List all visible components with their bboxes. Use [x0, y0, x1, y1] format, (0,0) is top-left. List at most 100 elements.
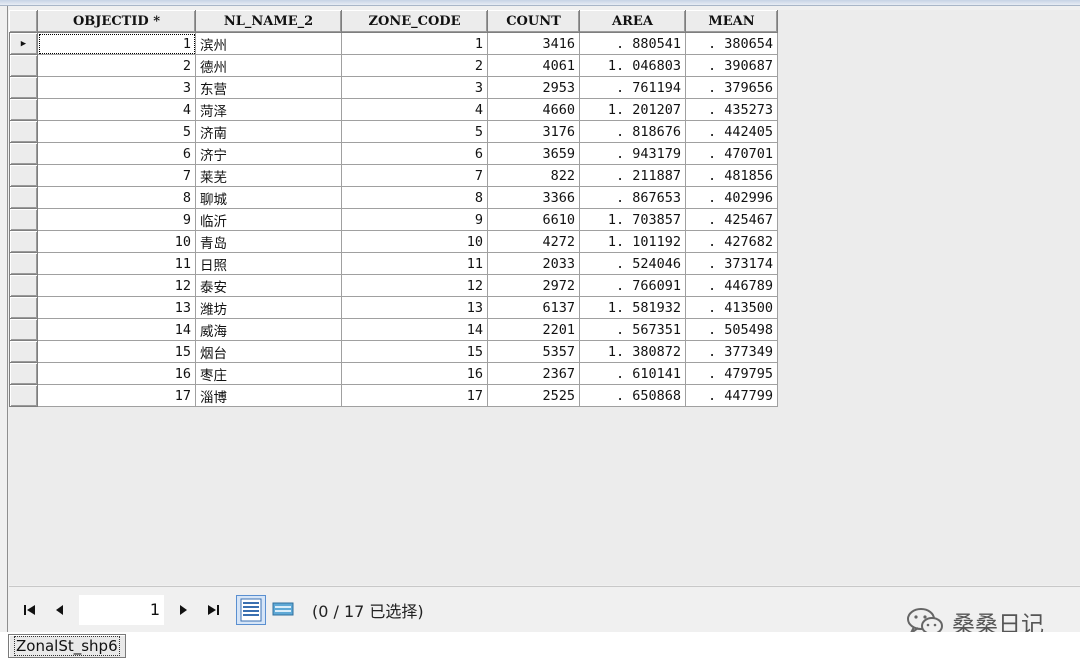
- table-row[interactable]: 8 聊城 8 3366. 867653. 402996: [9, 186, 778, 209]
- row-selector[interactable]: [9, 142, 38, 165]
- table-cell[interactable]: 14: [37, 318, 196, 341]
- table-row[interactable]: 5 济南 5 3176. 818676. 442405: [9, 120, 778, 143]
- table-cell[interactable]: 12: [341, 274, 488, 297]
- last-record-button[interactable]: [198, 597, 228, 623]
- table-cell[interactable]: . 446789: [685, 274, 778, 297]
- table-cell[interactable]: 烟台: [195, 340, 342, 363]
- table-cell[interactable]: 1. 201207: [579, 98, 686, 121]
- table-cell[interactable]: 10: [37, 230, 196, 253]
- table-cell[interactable]: . 427682: [685, 230, 778, 253]
- table-cell[interactable]: . 761194: [579, 76, 686, 99]
- table-cell[interactable]: 1. 703857: [579, 208, 686, 231]
- table-row[interactable]: 3 东营 3 2953. 761194. 379656: [9, 76, 778, 99]
- table-cell[interactable]: 泰安: [195, 274, 342, 297]
- table-cell[interactable]: 5: [341, 120, 488, 143]
- table-cell[interactable]: 15: [341, 340, 488, 363]
- table-cell[interactable]: 9: [37, 208, 196, 231]
- table-cell[interactable]: 6137: [487, 296, 580, 319]
- table-cell[interactable]: 威海: [195, 318, 342, 341]
- table-cell[interactable]: 2953: [487, 76, 580, 99]
- table-cell[interactable]: 4660: [487, 98, 580, 121]
- table-row[interactable]: 6 济宁 6 3659. 943179. 470701: [9, 142, 778, 165]
- table-cell[interactable]: . 435273: [685, 98, 778, 121]
- column-header[interactable]: NL_NAME_2: [195, 10, 342, 33]
- table-cell[interactable]: 13: [37, 296, 196, 319]
- table-cell[interactable]: 菏泽: [195, 98, 342, 121]
- row-selector[interactable]: [9, 120, 38, 143]
- table-cell[interactable]: . 650868: [579, 384, 686, 407]
- table-cell[interactable]: 3176: [487, 120, 580, 143]
- table-cell[interactable]: 6610: [487, 208, 580, 231]
- row-selector[interactable]: [9, 362, 38, 385]
- table-cell[interactable]: 2201: [487, 318, 580, 341]
- table-row[interactable]: 17 淄博 17 2525. 650868. 447799: [9, 384, 778, 407]
- row-selector[interactable]: [9, 252, 38, 275]
- table-cell[interactable]: . 380654: [685, 32, 778, 55]
- row-selector[interactable]: [9, 208, 38, 231]
- table-cell[interactable]: 聊城: [195, 186, 342, 209]
- table-cell[interactable]: . 442405: [685, 120, 778, 143]
- table-cell[interactable]: 2367: [487, 362, 580, 385]
- table-cell[interactable]: . 867653: [579, 186, 686, 209]
- table-cell[interactable]: 青岛: [195, 230, 342, 253]
- table-cell[interactable]: 枣庄: [195, 362, 342, 385]
- table-cell[interactable]: . 402996: [685, 186, 778, 209]
- table-row[interactable]: 14 威海 14 2201. 567351. 505498: [9, 318, 778, 341]
- next-record-button[interactable]: [168, 597, 198, 623]
- table-cell[interactable]: 7: [341, 164, 488, 187]
- table-cell[interactable]: . 766091: [579, 274, 686, 297]
- table-cell[interactable]: 14: [341, 318, 488, 341]
- row-selector[interactable]: [9, 384, 38, 407]
- table-cell[interactable]: 1: [341, 32, 488, 55]
- table-row[interactable]: 11 日照 11 2033. 524046. 373174: [9, 252, 778, 275]
- previous-record-button[interactable]: [45, 597, 75, 623]
- first-record-button[interactable]: [15, 597, 45, 623]
- table-cell[interactable]: 11: [341, 252, 488, 275]
- table-cell[interactable]: 1. 380872: [579, 340, 686, 363]
- table-row[interactable]: 12 泰安 12 2972. 766091. 446789: [9, 274, 778, 297]
- table-cell[interactable]: 莱芜: [195, 164, 342, 187]
- table-cell[interactable]: 8: [341, 186, 488, 209]
- column-header[interactable]: OBJECTID *: [37, 10, 196, 33]
- row-selector-header[interactable]: [9, 10, 38, 33]
- table-cell[interactable]: 2: [341, 54, 488, 77]
- table-cell[interactable]: 10: [341, 230, 488, 253]
- table-row[interactable]: 9 临沂 9 6610 1. 703857. 425467: [9, 208, 778, 231]
- table-cell[interactable]: . 373174: [685, 252, 778, 275]
- table-cell[interactable]: 临沂: [195, 208, 342, 231]
- table-cell[interactable]: 4: [341, 98, 488, 121]
- table-cell[interactable]: 5357: [487, 340, 580, 363]
- table-cell[interactable]: 8: [37, 186, 196, 209]
- table-cell[interactable]: . 481856: [685, 164, 778, 187]
- table-cell[interactable]: . 943179: [579, 142, 686, 165]
- show-selected-records-button[interactable]: [268, 595, 298, 625]
- table-cell[interactable]: 1: [37, 32, 196, 55]
- table-cell[interactable]: 济南: [195, 120, 342, 143]
- column-header[interactable]: COUNT: [487, 10, 580, 33]
- row-selector[interactable]: [9, 186, 38, 209]
- table-cell[interactable]: . 211887: [579, 164, 686, 187]
- table-cell[interactable]: . 425467: [685, 208, 778, 231]
- table-cell[interactable]: 9: [341, 208, 488, 231]
- column-header[interactable]: MEAN: [685, 10, 778, 33]
- table-cell[interactable]: 16: [341, 362, 488, 385]
- table-row[interactable]: 7 莱芜 7 822. 211887. 481856: [9, 164, 778, 187]
- row-selector[interactable]: [9, 164, 38, 187]
- table-cell[interactable]: 2525: [487, 384, 580, 407]
- table-cell[interactable]: 3416: [487, 32, 580, 55]
- table-cell[interactable]: 822: [487, 164, 580, 187]
- table-cell[interactable]: 德州: [195, 54, 342, 77]
- table-cell[interactable]: 16: [37, 362, 196, 385]
- table-cell[interactable]: 1. 581932: [579, 296, 686, 319]
- table-cell[interactable]: 17: [341, 384, 488, 407]
- table-cell[interactable]: . 567351: [579, 318, 686, 341]
- table-cell[interactable]: 1. 101192: [579, 230, 686, 253]
- table-cell[interactable]: . 524046: [579, 252, 686, 275]
- table-cell[interactable]: 潍坊: [195, 296, 342, 319]
- table-cell[interactable]: 东营: [195, 76, 342, 99]
- table-row[interactable]: 13 潍坊 13 6137 1. 581932. 413500: [9, 296, 778, 319]
- table-cell[interactable]: 济宁: [195, 142, 342, 165]
- row-selector[interactable]: [9, 274, 38, 297]
- table-row[interactable]: 4 菏泽 4 4660 1. 201207. 435273: [9, 98, 778, 121]
- table-row[interactable]: ▶ 1 滨州 1 3416. 880541. 380654: [9, 32, 778, 55]
